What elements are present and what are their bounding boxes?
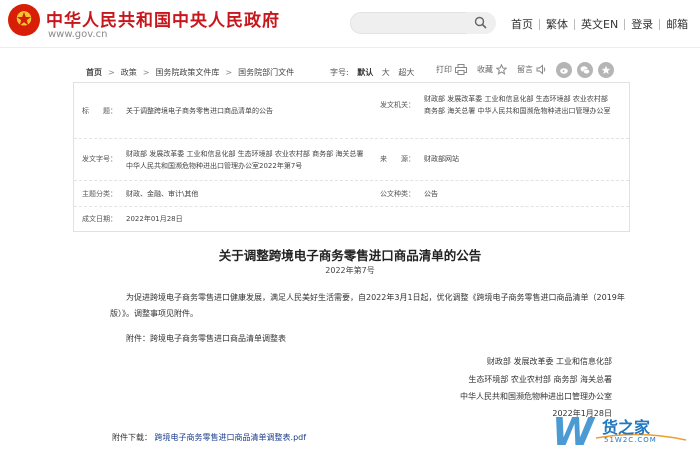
meta-date-value: 2022年01月28日 (126, 215, 183, 223)
watermark-w-icon: W (552, 410, 594, 454)
share-buttons (556, 62, 619, 78)
meta-issuer-label: 发文机关： (380, 101, 415, 109)
meta-source-value: 财政部网站 (424, 155, 459, 163)
meta-date-label: 成文日期： (82, 215, 117, 223)
font-size-large[interactable]: 大 (382, 68, 390, 77)
search-button[interactable] (466, 12, 496, 34)
nav-login[interactable]: 登录 (625, 16, 659, 32)
print-icon (455, 64, 467, 75)
search-icon (474, 16, 487, 29)
message-button[interactable]: 留言 (517, 64, 547, 75)
header-divider (0, 47, 700, 48)
article-attachment-note: 附件：跨境电子商务零售进口商品清单调整表 (126, 334, 286, 343)
nav-english[interactable]: 英文EN (575, 16, 624, 32)
share-wechat-icon[interactable] (577, 62, 593, 78)
meta-title-label: 标 题： (82, 107, 117, 115)
breadcrumb-policy[interactable]: 政策 (121, 67, 137, 78)
font-size-label: 字号: (330, 68, 349, 77)
nav-mail[interactable]: 邮箱 (660, 16, 694, 32)
meta-type-label: 公文种类： (380, 190, 415, 198)
meta-category-label: 主题分类： (82, 190, 117, 198)
signatory-line: 财政部 发展改革委 工业和信息化部 (486, 357, 612, 366)
site-title[interactable]: 中华人民共和国中央人民政府 (46, 6, 280, 31)
font-size-default[interactable]: 默认 (357, 68, 373, 77)
top-nav: 首页 繁体 英文EN 登录 邮箱 (505, 16, 694, 32)
breadcrumb-policy-library[interactable]: 国务院政策文件库 (155, 67, 219, 78)
meta-row: 发文字号： 财政部 发展改革委 工业和信息化部 生态环境部 农业农村部 商务部 … (74, 139, 629, 181)
print-button[interactable]: 打印 (436, 64, 467, 75)
signatory-line: 中华人民共和国濒危物种进出口管理办公室 (460, 392, 612, 401)
star-icon (496, 64, 507, 75)
document-metadata-table: 标 题： 关于调整跨境电子商务零售进口商品清单的公告 发文机关： 财政部 发展改… (73, 82, 630, 232)
breadcrumb: 首页 > 政策 > 国务院政策文件库 > 国务院部门文件 (86, 67, 295, 78)
page-tools: 打印 收藏 留言 (436, 64, 557, 75)
breadcrumb-home[interactable]: 首页 (86, 67, 102, 78)
meta-row: 成文日期： 2022年01月28日 (74, 207, 629, 231)
meta-docno-label: 发文字号： (82, 155, 117, 163)
meta-type-value: 公告 (424, 190, 438, 198)
breadcrumb-dept-docs[interactable]: 国务院部门文件 (238, 67, 294, 78)
article-title: 关于调整跨境电子商务零售进口商品清单的公告 (218, 248, 482, 263)
download-label: 附件下载： (112, 433, 152, 442)
watermark-text: 货之家 (602, 418, 651, 437)
attachment-download: 附件下载： 跨境电子商务零售进口商品清单调整表.pdf (112, 432, 306, 443)
font-size-switcher: 字号: 默认 大 超大 (330, 67, 420, 78)
article-number: 2022年第7号 (325, 266, 375, 275)
share-weibo-icon[interactable] (556, 62, 572, 78)
speaker-icon (536, 64, 546, 75)
watermark-logo: W 货之家 51W2C.COM (552, 402, 692, 472)
favorite-button[interactable]: 收藏 (477, 64, 507, 75)
download-link[interactable]: 跨境电子商务零售进口商品清单调整表.pdf (155, 433, 307, 442)
font-size-xlarge[interactable]: 超大 (398, 68, 414, 77)
site-url: www.gov.cn (48, 29, 108, 40)
share-more-icon[interactable] (598, 62, 614, 78)
meta-row: 标 题： 关于调整跨境电子商务零售进口商品清单的公告 发文机关： 财政部 发展改… (74, 83, 629, 139)
meta-docno-value: 财政部 发展改革委 工业和信息化部 生态环境部 农业农村部 商务部 海关总署 中… (126, 150, 364, 170)
site-header: 中华人民共和国中央人民政府 www.gov.cn 首页 繁体 英文EN 登录 邮… (0, 0, 700, 48)
article-body: 为促进跨境电子商务零售进口健康发展，满足人民美好生活需要，自2022年3月1日起… (110, 293, 625, 318)
meta-source-label: 来 源： (380, 155, 415, 163)
watermark-sub: 51W2C.COM (604, 436, 657, 444)
nav-home[interactable]: 首页 (505, 16, 539, 32)
meta-title-value: 关于调整跨境电子商务零售进口商品清单的公告 (126, 107, 273, 115)
nav-traditional[interactable]: 繁体 (540, 16, 574, 32)
national-emblem-icon[interactable] (8, 4, 40, 36)
meta-row: 主题分类： 财政、金融、审计\其他 公文种类： 公告 (74, 181, 629, 207)
meta-issuer-value: 财政部 发展改革委 工业和信息化部 生态环境部 农业农村部 商务部 海关总署 中… (424, 95, 611, 115)
signatory-line: 生态环境部 农业农村部 商务部 海关总署 (468, 375, 612, 384)
meta-category-value: 财政、金融、审计\其他 (126, 190, 199, 198)
